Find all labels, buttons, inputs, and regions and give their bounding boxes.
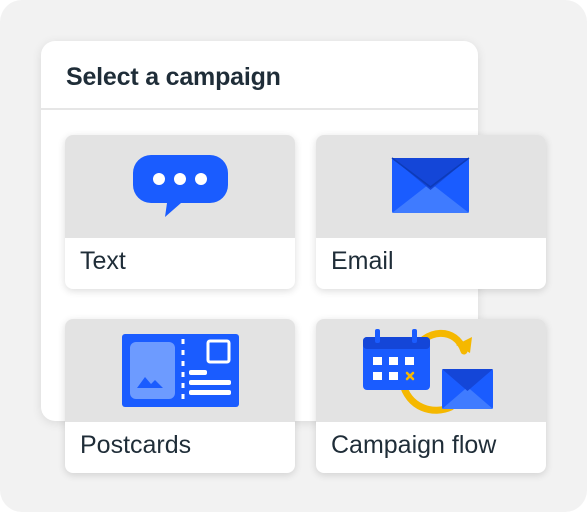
background-frame: Select a campaign Text Email Postcards C…: [0, 0, 587, 512]
card-label-campaign-flow: Campaign flow: [331, 431, 497, 459]
postcard-icon: [122, 334, 239, 407]
card-label-text: Text: [80, 247, 126, 275]
card-media: [65, 135, 295, 238]
card-label-email: Email: [331, 247, 394, 275]
chat-bubble-icon: [133, 155, 228, 217]
panel-title: Select a campaign: [66, 63, 281, 91]
campaign-option-postcards[interactable]: Postcards: [65, 319, 295, 473]
card-label-postcards: Postcards: [80, 431, 192, 459]
campaign-flow-icon: [363, 329, 493, 414]
card-media: [316, 135, 546, 238]
card-media: [316, 319, 546, 422]
campaign-option-text[interactable]: Text: [65, 135, 295, 289]
divider: [41, 108, 478, 110]
campaign-option-email[interactable]: Email: [316, 135, 546, 289]
envelope-icon: [391, 157, 470, 213]
card-media: [65, 319, 295, 422]
campaign-option-campaign-flow[interactable]: Campaign flow: [316, 319, 546, 473]
